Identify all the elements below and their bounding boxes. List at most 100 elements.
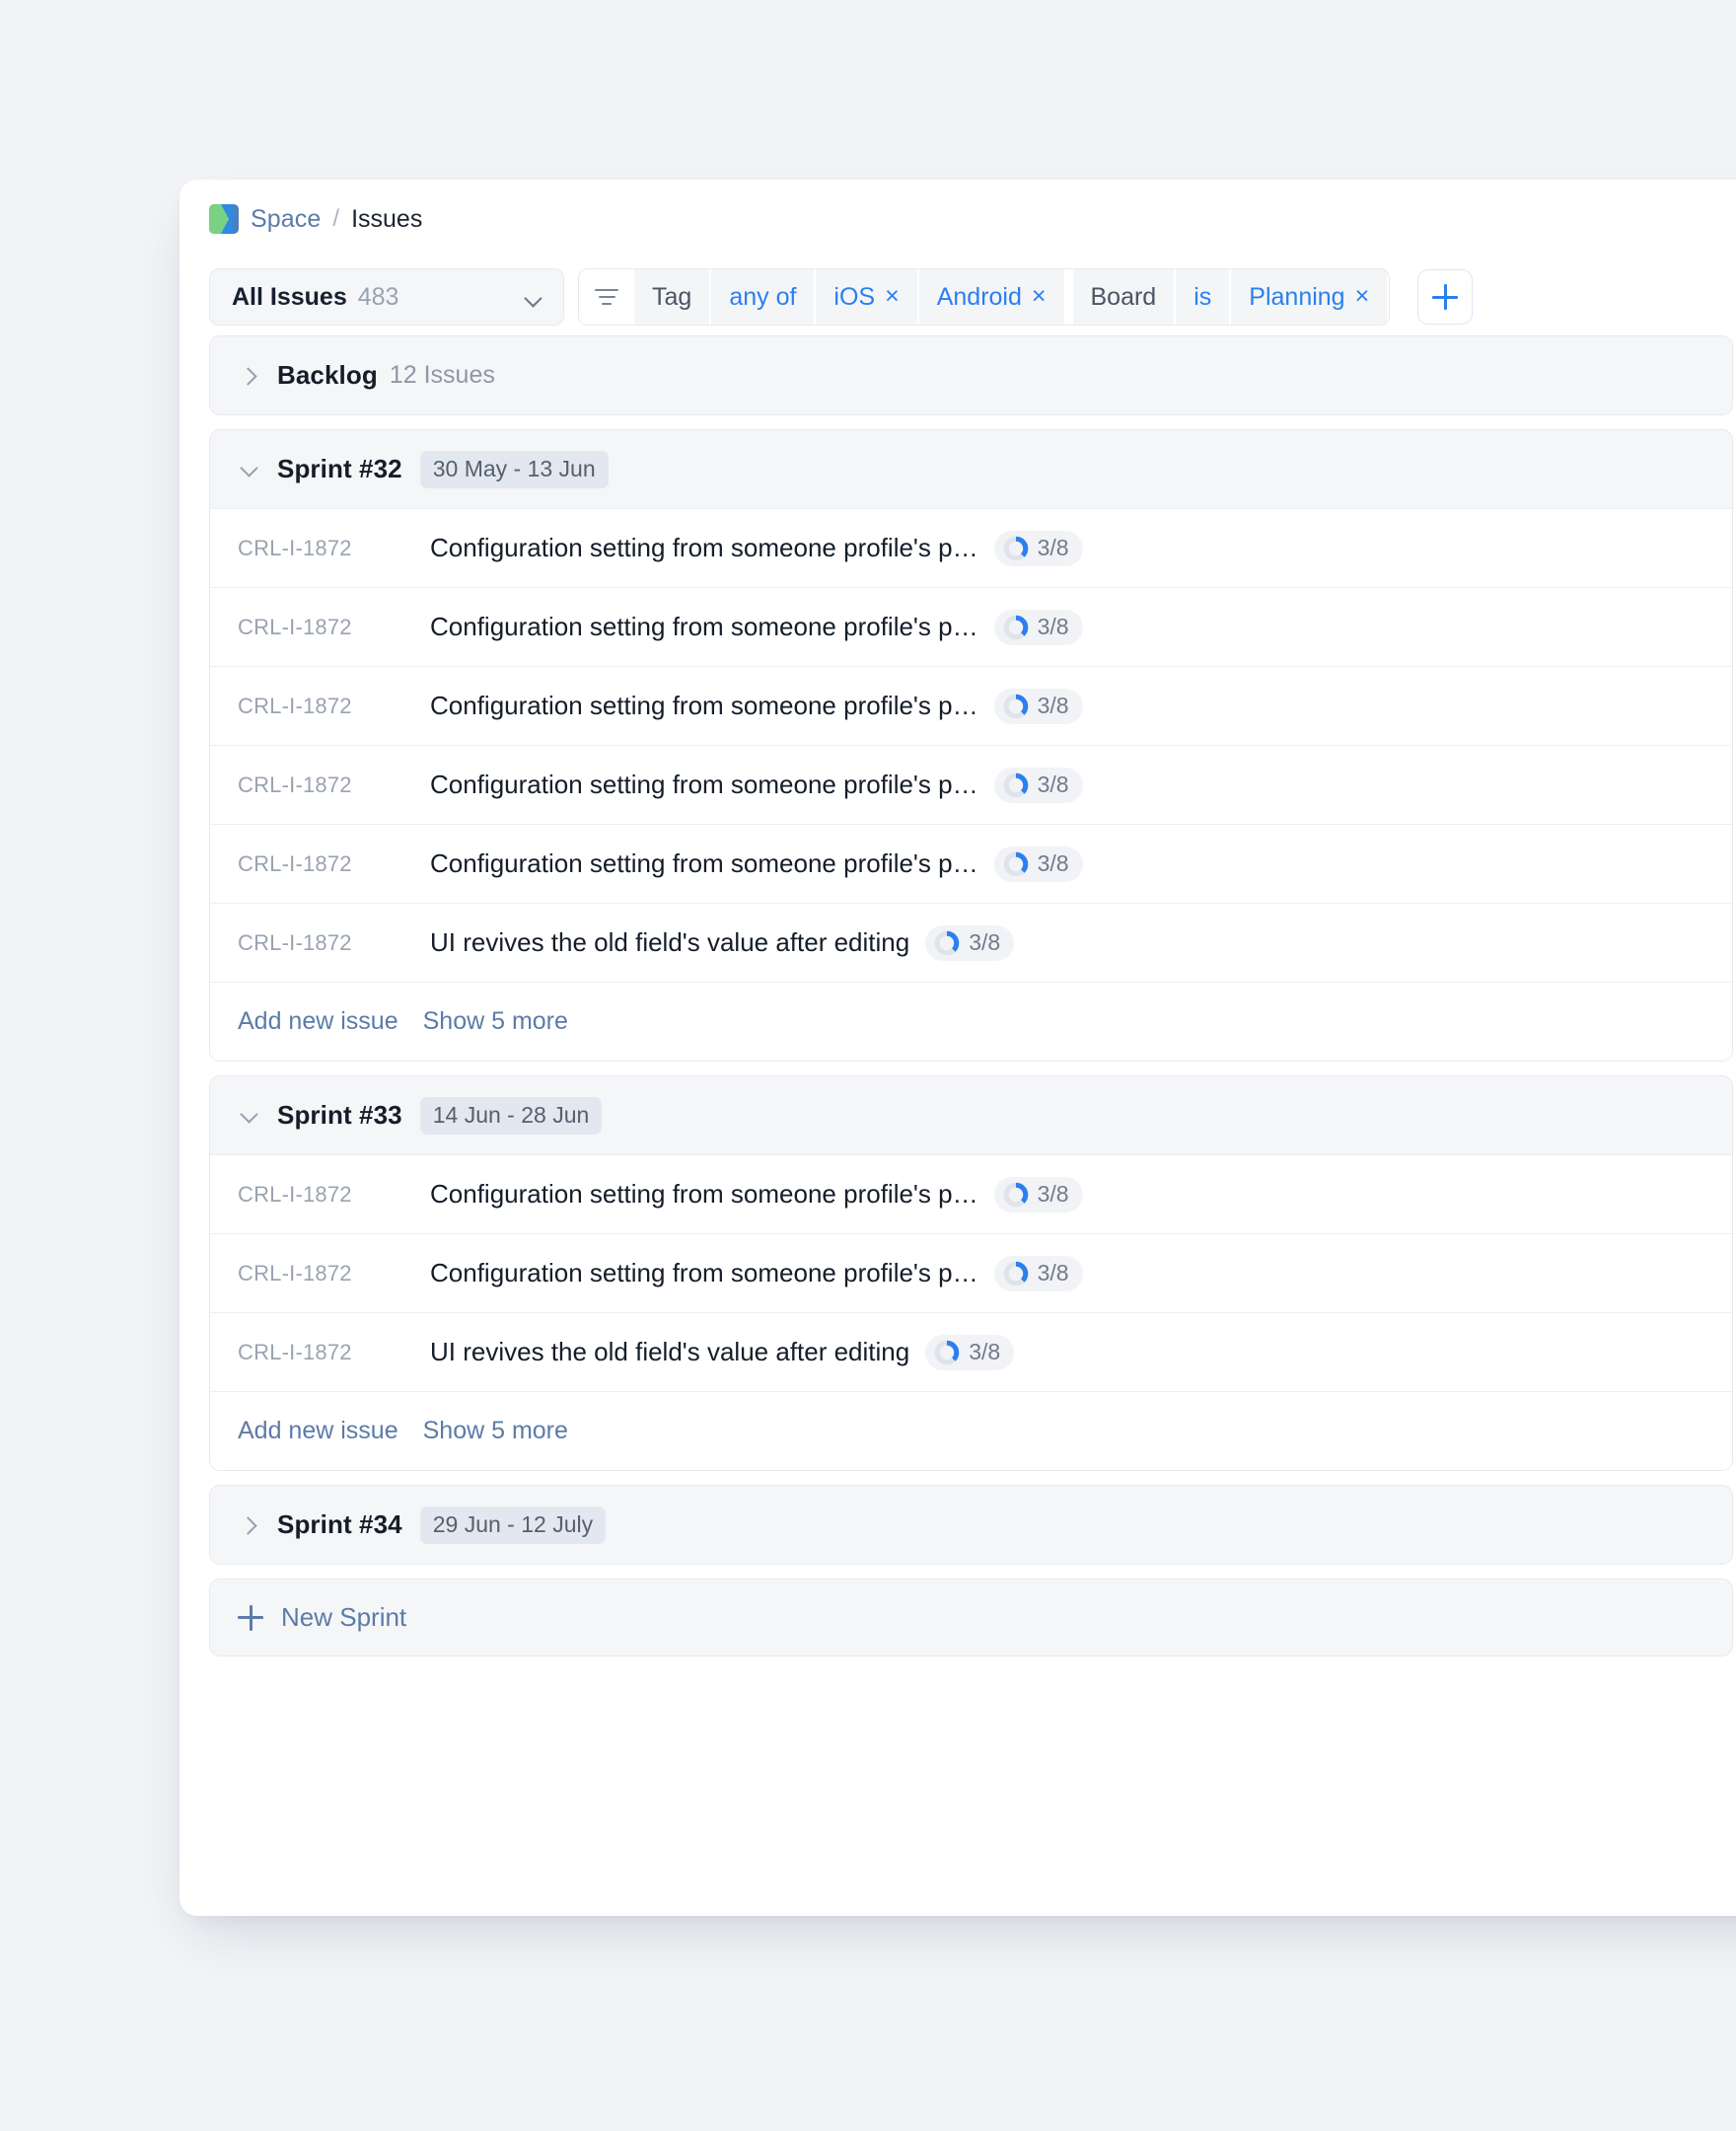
- table-row[interactable]: CRL-I-1872 Configuration setting from so…: [210, 1154, 1732, 1233]
- filter-value-planning[interactable]: Planning ×: [1231, 269, 1387, 325]
- issue-id: CRL-I-1872: [238, 536, 430, 561]
- group-title: Sprint #33: [277, 1100, 402, 1131]
- progress-donut-icon: [1003, 615, 1029, 640]
- close-icon[interactable]: ×: [1032, 284, 1047, 309]
- filter-value-planning-label: Planning: [1249, 283, 1344, 312]
- close-icon[interactable]: ×: [885, 284, 900, 309]
- plus-icon: [238, 1605, 263, 1631]
- progress-text: 3/8: [1038, 695, 1069, 717]
- chevron-down-icon[interactable]: [238, 1105, 259, 1127]
- issue-title: Configuration setting from someone profi…: [430, 612, 978, 642]
- sprint-date-range: 29 Jun - 12 July: [420, 1506, 606, 1544]
- issue-title: UI revives the old field's value after e…: [430, 927, 909, 958]
- chevron-down-icon[interactable]: [238, 459, 259, 480]
- chevron-down-icon: [525, 292, 543, 303]
- sprint-date-range: 14 Jun - 28 Jun: [420, 1097, 603, 1135]
- group-sprint-34: Sprint #34 29 Jun - 12 July: [209, 1485, 1733, 1565]
- table-row[interactable]: CRL-I-1872 UI revives the old field's va…: [210, 1312, 1732, 1391]
- issue-id: CRL-I-1872: [238, 851, 430, 877]
- plus-icon: [1432, 284, 1458, 310]
- filter-value-ios-label: iOS: [833, 283, 875, 312]
- breadcrumb-separator: /: [332, 205, 339, 233]
- progress-donut-icon: [1003, 851, 1029, 877]
- issue-id: CRL-I-1872: [238, 694, 430, 719]
- chevron-right-icon[interactable]: [238, 1514, 259, 1536]
- all-issues-select[interactable]: All Issues 483: [209, 268, 564, 326]
- status-badge: 3/8: [994, 1256, 1083, 1291]
- group-header-sprint-34[interactable]: Sprint #34 29 Jun - 12 July: [210, 1486, 1732, 1564]
- status-badge: 3/8: [994, 768, 1083, 803]
- filter-value-ios[interactable]: iOS ×: [816, 269, 916, 325]
- close-icon[interactable]: ×: [1355, 284, 1370, 309]
- space-logo-icon: [209, 204, 239, 234]
- table-row[interactable]: CRL-I-1872 Configuration setting from so…: [210, 666, 1732, 745]
- group-issue-count: 12 Issues: [390, 361, 495, 390]
- progress-text: 3/8: [1038, 616, 1069, 638]
- table-row[interactable]: CRL-I-1872 Configuration setting from so…: [210, 1233, 1732, 1312]
- table-row[interactable]: CRL-I-1872 UI revives the old field's va…: [210, 903, 1732, 982]
- table-row[interactable]: CRL-I-1872 Configuration setting from so…: [210, 508, 1732, 587]
- add-new-issue-link[interactable]: Add new issue: [238, 1417, 398, 1445]
- progress-text: 3/8: [969, 931, 1000, 954]
- group-sprint-32: Sprint #32 30 May - 13 Jun CRL-I-1872 Co…: [209, 429, 1733, 1062]
- add-new-issue-link[interactable]: Add new issue: [238, 1007, 398, 1036]
- group-title: Backlog: [277, 360, 378, 391]
- filter-value-android[interactable]: Android ×: [919, 269, 1064, 325]
- filter-key-tag[interactable]: Tag: [634, 269, 709, 325]
- issue-title: Configuration setting from someone profi…: [430, 1179, 978, 1210]
- filter-icon[interactable]: [579, 269, 634, 325]
- status-badge: 3/8: [994, 846, 1083, 882]
- group-footer-sprint-33: Add new issue Show 5 more: [210, 1391, 1732, 1470]
- status-badge: 3/8: [994, 531, 1083, 566]
- progress-text: 3/8: [1038, 852, 1069, 875]
- progress-donut-icon: [1003, 1261, 1029, 1286]
- all-issues-label: All Issues: [232, 283, 347, 312]
- progress-text: 3/8: [1038, 773, 1069, 796]
- issue-id: CRL-I-1872: [238, 930, 430, 956]
- breadcrumb: Space / Issues: [180, 180, 1736, 258]
- group-header-backlog[interactable]: Backlog 12 Issues: [210, 336, 1732, 414]
- group-title: Sprint #34: [277, 1509, 402, 1540]
- issue-groups: Backlog 12 Issues Sprint #32 30 May - 13…: [180, 335, 1736, 1656]
- status-badge: 3/8: [994, 1177, 1083, 1212]
- issue-title: Configuration setting from someone profi…: [430, 848, 978, 879]
- group-title: Sprint #32: [277, 454, 402, 484]
- table-row[interactable]: CRL-I-1872 Configuration setting from so…: [210, 745, 1732, 824]
- breadcrumb-current-page: Issues: [351, 205, 422, 234]
- chevron-right-icon[interactable]: [238, 365, 259, 387]
- issue-id: CRL-I-1872: [238, 1261, 430, 1286]
- issue-title: UI revives the old field's value after e…: [430, 1337, 909, 1367]
- issue-id: CRL-I-1872: [238, 1340, 430, 1365]
- show-more-link[interactable]: Show 5 more: [423, 1417, 568, 1445]
- progress-text: 3/8: [1038, 537, 1069, 559]
- issue-title: Configuration setting from someone profi…: [430, 770, 978, 800]
- table-row[interactable]: CRL-I-1872 Configuration setting from so…: [210, 587, 1732, 666]
- filter-group-divider: [1066, 269, 1073, 325]
- issues-app-card: Space / Issues All Issues 483 Tag any of…: [180, 180, 1736, 1916]
- filter-operator-tag[interactable]: any of: [711, 269, 814, 325]
- group-header-sprint-33[interactable]: Sprint #33 14 Jun - 28 Jun: [210, 1076, 1732, 1154]
- add-filter-button[interactable]: [1417, 269, 1473, 325]
- group-footer-sprint-32: Add new issue Show 5 more: [210, 982, 1732, 1061]
- group-header-sprint-32[interactable]: Sprint #32 30 May - 13 Jun: [210, 430, 1732, 508]
- issue-id: CRL-I-1872: [238, 1182, 430, 1208]
- progress-donut-icon: [934, 930, 960, 956]
- new-sprint-button[interactable]: New Sprint: [209, 1579, 1733, 1656]
- group-sprint-33: Sprint #33 14 Jun - 28 Jun CRL-I-1872 Co…: [209, 1075, 1733, 1471]
- filter-operator-board[interactable]: is: [1176, 269, 1229, 325]
- sprint-date-range: 30 May - 13 Jun: [420, 451, 609, 488]
- table-row[interactable]: CRL-I-1872 Configuration setting from so…: [210, 824, 1732, 903]
- status-badge: 3/8: [925, 1335, 1014, 1370]
- issue-id: CRL-I-1872: [238, 615, 430, 640]
- all-issues-count: 483: [358, 283, 399, 312]
- show-more-link[interactable]: Show 5 more: [423, 1007, 568, 1036]
- filter-pills-container: Tag any of iOS × Android × Board is Plan…: [578, 268, 1390, 326]
- issue-id: CRL-I-1872: [238, 772, 430, 798]
- breadcrumb-space-link[interactable]: Space: [251, 205, 321, 234]
- progress-donut-icon: [1003, 1182, 1029, 1208]
- status-badge: 3/8: [994, 610, 1083, 645]
- new-sprint-label: New Sprint: [281, 1602, 406, 1633]
- filter-toolbar: All Issues 483 Tag any of iOS × Android …: [180, 258, 1736, 335]
- group-backlog: Backlog 12 Issues: [209, 335, 1733, 415]
- filter-key-board[interactable]: Board: [1073, 269, 1175, 325]
